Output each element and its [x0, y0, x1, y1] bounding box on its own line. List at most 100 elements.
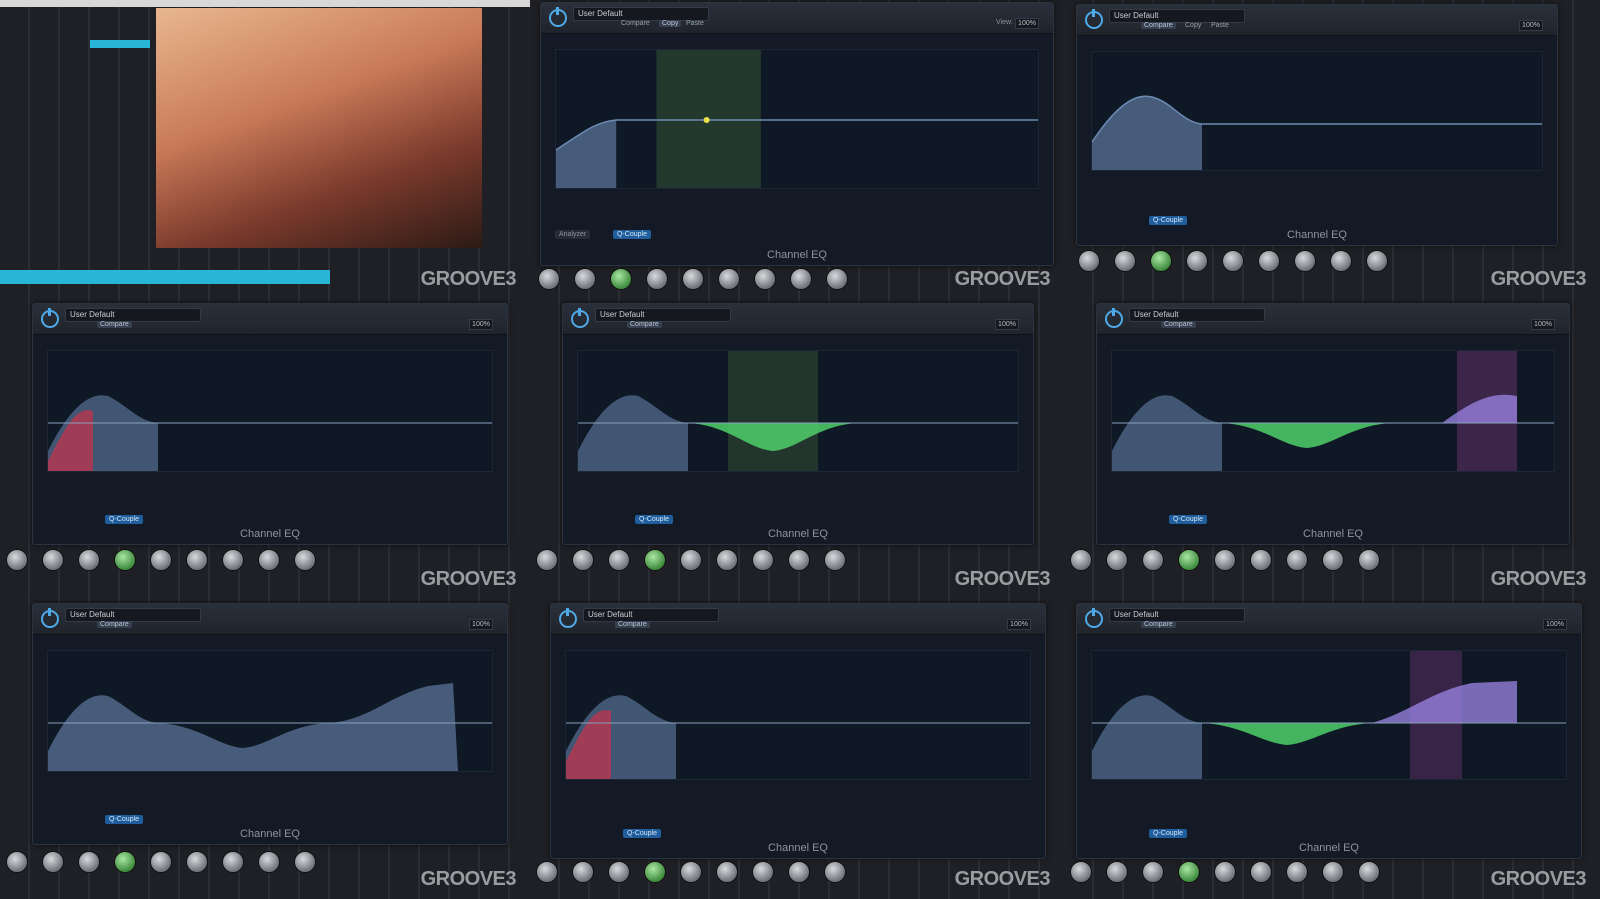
- qcouple-button[interactable]: Q-Couple: [613, 230, 651, 239]
- preset-menu[interactable]: User Default: [583, 608, 719, 622]
- power-icon[interactable]: [1105, 308, 1123, 328]
- pan-knob[interactable]: [716, 861, 738, 883]
- pan-knob[interactable]: [222, 549, 244, 571]
- power-icon[interactable]: [41, 608, 59, 628]
- eq-graph[interactable]: [47, 650, 493, 772]
- view-zoom[interactable]: 100%: [1543, 619, 1567, 630]
- compare-button[interactable]: Compare: [97, 621, 132, 628]
- qcouple-button[interactable]: Q-Couple: [105, 815, 143, 824]
- pan-knob[interactable]: [1286, 861, 1308, 883]
- pan-knob[interactable]: [1142, 549, 1164, 571]
- pan-knob[interactable]: [644, 549, 666, 571]
- pan-knob[interactable]: [1294, 250, 1316, 272]
- pan-knob[interactable]: [1250, 861, 1272, 883]
- eq-graph[interactable]: [47, 350, 493, 472]
- pan-knob[interactable]: [1222, 250, 1244, 272]
- pan-knob[interactable]: [1286, 549, 1308, 571]
- pan-knob[interactable]: [608, 861, 630, 883]
- pan-knob[interactable]: [114, 549, 136, 571]
- pan-knob[interactable]: [788, 549, 810, 571]
- pan-knob[interactable]: [1214, 549, 1236, 571]
- pan-knob[interactable]: [680, 549, 702, 571]
- pan-knob[interactable]: [42, 851, 64, 873]
- qcouple-button[interactable]: Q-Couple: [1149, 216, 1187, 225]
- qcouple-button[interactable]: Q-Couple: [105, 515, 143, 524]
- pan-knob[interactable]: [824, 549, 846, 571]
- preset-menu[interactable]: User Default: [65, 608, 201, 622]
- pan-knob[interactable]: [574, 268, 596, 290]
- pan-knob[interactable]: [682, 268, 704, 290]
- pan-knob[interactable]: [294, 549, 316, 571]
- pan-knob[interactable]: [1078, 250, 1100, 272]
- pan-knob[interactable]: [644, 861, 666, 883]
- pan-knob[interactable]: [1178, 861, 1200, 883]
- pan-knob[interactable]: [258, 851, 280, 873]
- preset-menu[interactable]: User Default: [65, 308, 201, 322]
- pan-knob[interactable]: [186, 549, 208, 571]
- pan-knob[interactable]: [538, 268, 560, 290]
- pan-knob[interactable]: [718, 268, 740, 290]
- pan-knob[interactable]: [536, 549, 558, 571]
- power-icon[interactable]: [571, 308, 589, 328]
- pan-knob[interactable]: [78, 549, 100, 571]
- pan-knob[interactable]: [258, 549, 280, 571]
- pan-knob[interactable]: [1070, 861, 1092, 883]
- pan-knob[interactable]: [294, 851, 316, 873]
- pan-knob[interactable]: [610, 268, 632, 290]
- power-icon[interactable]: [549, 7, 567, 27]
- copy-button[interactable]: Copy: [1185, 22, 1201, 29]
- power-icon[interactable]: [559, 608, 577, 628]
- pan-knob[interactable]: [1114, 250, 1136, 272]
- power-icon[interactable]: [1085, 9, 1103, 29]
- preset-menu[interactable]: User Default: [573, 7, 709, 21]
- pan-knob[interactable]: [1178, 549, 1200, 571]
- qcouple-button[interactable]: Q-Couple: [623, 829, 661, 838]
- copy-button[interactable]: Copy: [659, 20, 682, 27]
- qcouple-button[interactable]: Q-Couple: [1149, 829, 1187, 838]
- preset-menu[interactable]: User Default: [1129, 308, 1265, 322]
- view-zoom[interactable]: 100%: [1519, 20, 1543, 31]
- compare-button[interactable]: Compare: [1141, 621, 1176, 628]
- analyzer-button[interactable]: Analyzer: [555, 230, 591, 239]
- pan-knob[interactable]: [78, 851, 100, 873]
- pan-knob[interactable]: [572, 861, 594, 883]
- pan-knob[interactable]: [646, 268, 668, 290]
- pan-knob[interactable]: [1250, 549, 1272, 571]
- preset-menu[interactable]: User Default: [1109, 608, 1245, 622]
- pan-knob[interactable]: [1106, 861, 1128, 883]
- pan-knob[interactable]: [42, 549, 64, 571]
- compare-button[interactable]: Compare: [621, 20, 650, 27]
- pan-knob[interactable]: [150, 549, 172, 571]
- eq-graph[interactable]: [1091, 51, 1543, 171]
- pan-knob[interactable]: [186, 851, 208, 873]
- compare-button[interactable]: Compare: [1161, 321, 1196, 328]
- view-zoom[interactable]: 100%: [1015, 18, 1039, 29]
- pan-knob[interactable]: [536, 861, 558, 883]
- qcouple-button[interactable]: Q-Couple: [635, 515, 673, 524]
- pan-knob[interactable]: [1322, 861, 1344, 883]
- pan-knob[interactable]: [790, 268, 812, 290]
- view-zoom[interactable]: 100%: [1007, 619, 1031, 630]
- pan-knob[interactable]: [150, 851, 172, 873]
- pan-knob[interactable]: [680, 861, 702, 883]
- compare-button[interactable]: Compare: [97, 321, 132, 328]
- view-zoom[interactable]: 100%: [469, 319, 493, 330]
- pan-knob[interactable]: [6, 851, 28, 873]
- pan-knob[interactable]: [222, 851, 244, 873]
- pan-knob[interactable]: [752, 549, 774, 571]
- preset-menu[interactable]: User Default: [1109, 9, 1245, 23]
- compare-button[interactable]: Compare: [615, 621, 650, 628]
- paste-button[interactable]: Paste: [686, 20, 704, 27]
- eq-graph[interactable]: [565, 650, 1031, 780]
- view-zoom[interactable]: 100%: [1531, 319, 1555, 330]
- pan-knob[interactable]: [1142, 861, 1164, 883]
- pan-knob[interactable]: [572, 549, 594, 571]
- pan-knob[interactable]: [1150, 250, 1172, 272]
- view-zoom[interactable]: 100%: [995, 319, 1019, 330]
- pan-knob[interactable]: [1358, 549, 1380, 571]
- power-icon[interactable]: [41, 308, 59, 328]
- eq-graph[interactable]: [577, 350, 1019, 472]
- pan-knob[interactable]: [1258, 250, 1280, 272]
- pan-knob[interactable]: [1366, 250, 1388, 272]
- pan-knob[interactable]: [716, 549, 738, 571]
